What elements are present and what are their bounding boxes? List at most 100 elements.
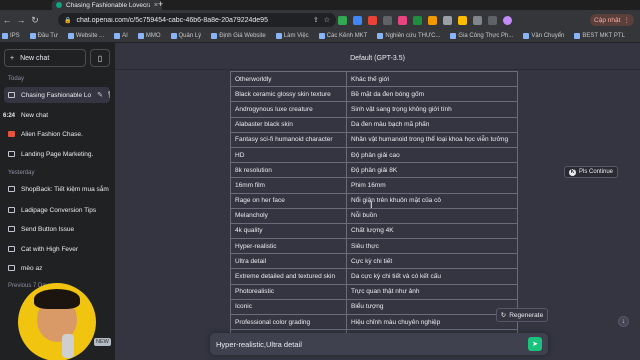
vietnamese-term-cell: Độ phân giải 8K — [346, 162, 518, 179]
regenerate-label: Regenerate — [509, 311, 544, 319]
bookmark-item[interactable]: Đầu Tư — [29, 33, 58, 39]
table-row: Extreme detailed and textured skin Da cực… — [230, 268, 518, 285]
bookmark-label: AI — [122, 33, 128, 39]
bookmark-item[interactable]: Website ... — [67, 33, 104, 39]
chat-item[interactable]: New chat — [4, 107, 110, 123]
table-row: Melancholy Nỗi buồn — [230, 207, 518, 224]
chat-item[interactable]: Landing Page Marketing. — [4, 146, 110, 162]
update-button[interactable]: Cập nhật ⋮ — [590, 14, 634, 26]
browser-toolbar: ← → ↻ 🔒 chat.openai.com/c/5c759454-cabc-… — [0, 10, 640, 30]
table-row: Ultra detail Cực kỳ chi tiết — [230, 253, 518, 270]
chat-item[interactable]: ShopBack: Tiết kiệm mua sắm — [4, 181, 110, 197]
update-label: Cập nhật — [594, 16, 621, 24]
chat-item-label: Landing Page Marketing. — [21, 150, 94, 158]
chat-item-label: mèo az — [21, 264, 43, 272]
english-term-cell: Otherworldly — [230, 70, 347, 88]
extension-orange-icon[interactable] — [428, 15, 437, 25]
address-bar[interactable]: 🔒 chat.openai.com/c/5c759454-cabc-46b6-8… — [58, 13, 336, 27]
bookmark-star-icon[interactable]: ☆ — [324, 16, 330, 24]
extension-shield-icon[interactable] — [338, 15, 347, 25]
table-row: 4k quality Chất lượng 4K — [230, 222, 518, 240]
back-icon[interactable]: ← — [0, 15, 14, 25]
chat-bubble-icon — [8, 207, 15, 213]
send-button[interactable]: ➤ — [528, 337, 542, 351]
extension-dark-icon[interactable] — [383, 15, 392, 25]
bookmark-item[interactable]: Định Giá Website — [211, 33, 266, 39]
vietnamese-term-cell: Trực quan thật như ảnh — [346, 283, 518, 300]
pls-continue-button[interactable]: K Pls Continue — [564, 166, 619, 178]
profile-avatar[interactable] — [503, 15, 512, 25]
vietnamese-term-cell: Siêu thực — [346, 238, 518, 255]
share-icon[interactable]: ⇪ — [313, 16, 319, 24]
message-input[interactable] — [216, 339, 528, 349]
section-today: Today — [8, 76, 25, 82]
folder-icon — [2, 33, 8, 39]
extension-green-icon[interactable] — [413, 15, 422, 25]
regenerate-button[interactable]: ↻ Regenerate — [496, 308, 548, 322]
bookmark-item[interactable]: IPS — [2, 33, 20, 39]
english-term-cell: 16mm film — [230, 177, 347, 194]
new-chat-button[interactable]: + New chat — [4, 49, 86, 67]
bookmark-label: MMO — [145, 33, 161, 39]
more-icon: ⋮ — [623, 17, 630, 24]
trash-icon[interactable]: 🗑 — [107, 91, 110, 99]
bookmark-item[interactable]: MMO — [137, 33, 161, 39]
vietnamese-term-cell: Hiệu chỉnh màu chuyên nghiệp — [346, 313, 518, 331]
english-term-cell: Androgynous luxe creature — [230, 101, 347, 118]
puzzle-icon[interactable] — [473, 15, 482, 25]
chat-item[interactable]: Send Button Issue — [4, 221, 110, 237]
chat-item[interactable]: Alien Fashion Chase. — [4, 126, 110, 142]
browser-tab[interactable]: Chasing Fashionable Lovecraft × — [52, 0, 162, 10]
table-row: 8k resolution Độ phân giải 8K — [230, 162, 518, 179]
extension-pink-icon[interactable] — [398, 15, 407, 25]
bookmark-item[interactable]: Vận Chuyển — [523, 33, 564, 39]
table-row: Fantasy sci-fi humanoid character Nhân vậ… — [230, 131, 518, 148]
folder-icon — [211, 33, 218, 39]
extension-gray-icon[interactable] — [443, 15, 452, 25]
edit-icon[interactable]: ✎ — [97, 91, 103, 99]
vietnamese-term-cell: Sinh vật sang trọng không giới tính — [346, 101, 518, 118]
extension-yellow-icon[interactable] — [458, 15, 467, 25]
message-input-box[interactable]: ➤ — [210, 333, 548, 355]
sidebar-toggle-button[interactable]: ▯ — [90, 49, 110, 67]
english-term-cell: Fantasy sci-fi humanoid character — [230, 131, 347, 148]
extension-mail-icon[interactable] — [353, 15, 362, 25]
model-label: Default (GPT-3.5) — [350, 55, 405, 62]
chat-item[interactable]: Chasing Fashionable Lo ✎ 🗑 — [4, 87, 110, 103]
vietnamese-term-cell: Da cực kỳ chi tiết và có kết cấu — [346, 268, 518, 285]
browser-tab-bar: Chasing Fashionable Lovecraft × + — [0, 0, 640, 10]
bookmark-item[interactable]: Nghiên cứu THƯC... — [377, 33, 440, 39]
bookmark-item[interactable]: Quản Lý — [170, 33, 201, 39]
folder-icon — [377, 33, 384, 39]
folder-icon — [523, 33, 530, 39]
sidebar-panel-icon: ▯ — [97, 53, 103, 63]
english-term-cell: Alabaster black skin — [230, 116, 347, 133]
bookmark-item[interactable]: Làm Việc — [275, 33, 309, 39]
tab-title: Chasing Fashionable Lovecraft — [66, 1, 150, 9]
reload-icon[interactable]: ↻ — [28, 15, 42, 26]
bookmark-item[interactable]: Gia Công Thực Ph... — [450, 33, 513, 39]
extensions-area — [338, 14, 512, 26]
chat-bubble-icon — [8, 246, 15, 252]
english-term-cell: Photorealistic — [230, 283, 347, 300]
chat-bubble-icon — [8, 92, 15, 98]
bookmark-label: Vận Chuyển — [531, 33, 565, 39]
bookmark-item[interactable]: AI — [114, 33, 128, 39]
bookmark-item[interactable]: Các Kênh MKT — [318, 33, 367, 39]
folder-icon — [29, 33, 36, 39]
scroll-down-button[interactable]: ↓ — [618, 316, 629, 327]
english-term-cell: Hyper-realistic — [230, 238, 347, 255]
english-term-cell: Iconic — [230, 298, 347, 316]
chat-item[interactable]: Ladipage Conversion Tips — [4, 202, 110, 218]
extension-red-icon[interactable] — [368, 15, 377, 25]
bookmark-label: Làm Việc — [283, 33, 309, 39]
sidebar-panel-icon[interactable] — [488, 15, 497, 25]
new-tab-icon[interactable]: + — [158, 0, 163, 9]
chat-item[interactable]: Cat with High Fever — [4, 241, 110, 257]
new-chat-label: New chat — [20, 54, 50, 62]
folder-icon — [574, 33, 581, 39]
forward-icon[interactable]: → — [14, 15, 28, 25]
chat-item[interactable]: mèo az — [4, 260, 110, 276]
bookmark-item[interactable]: BEST MKT PTL — [574, 33, 625, 39]
bookmark-label: IPS — [10, 33, 20, 39]
